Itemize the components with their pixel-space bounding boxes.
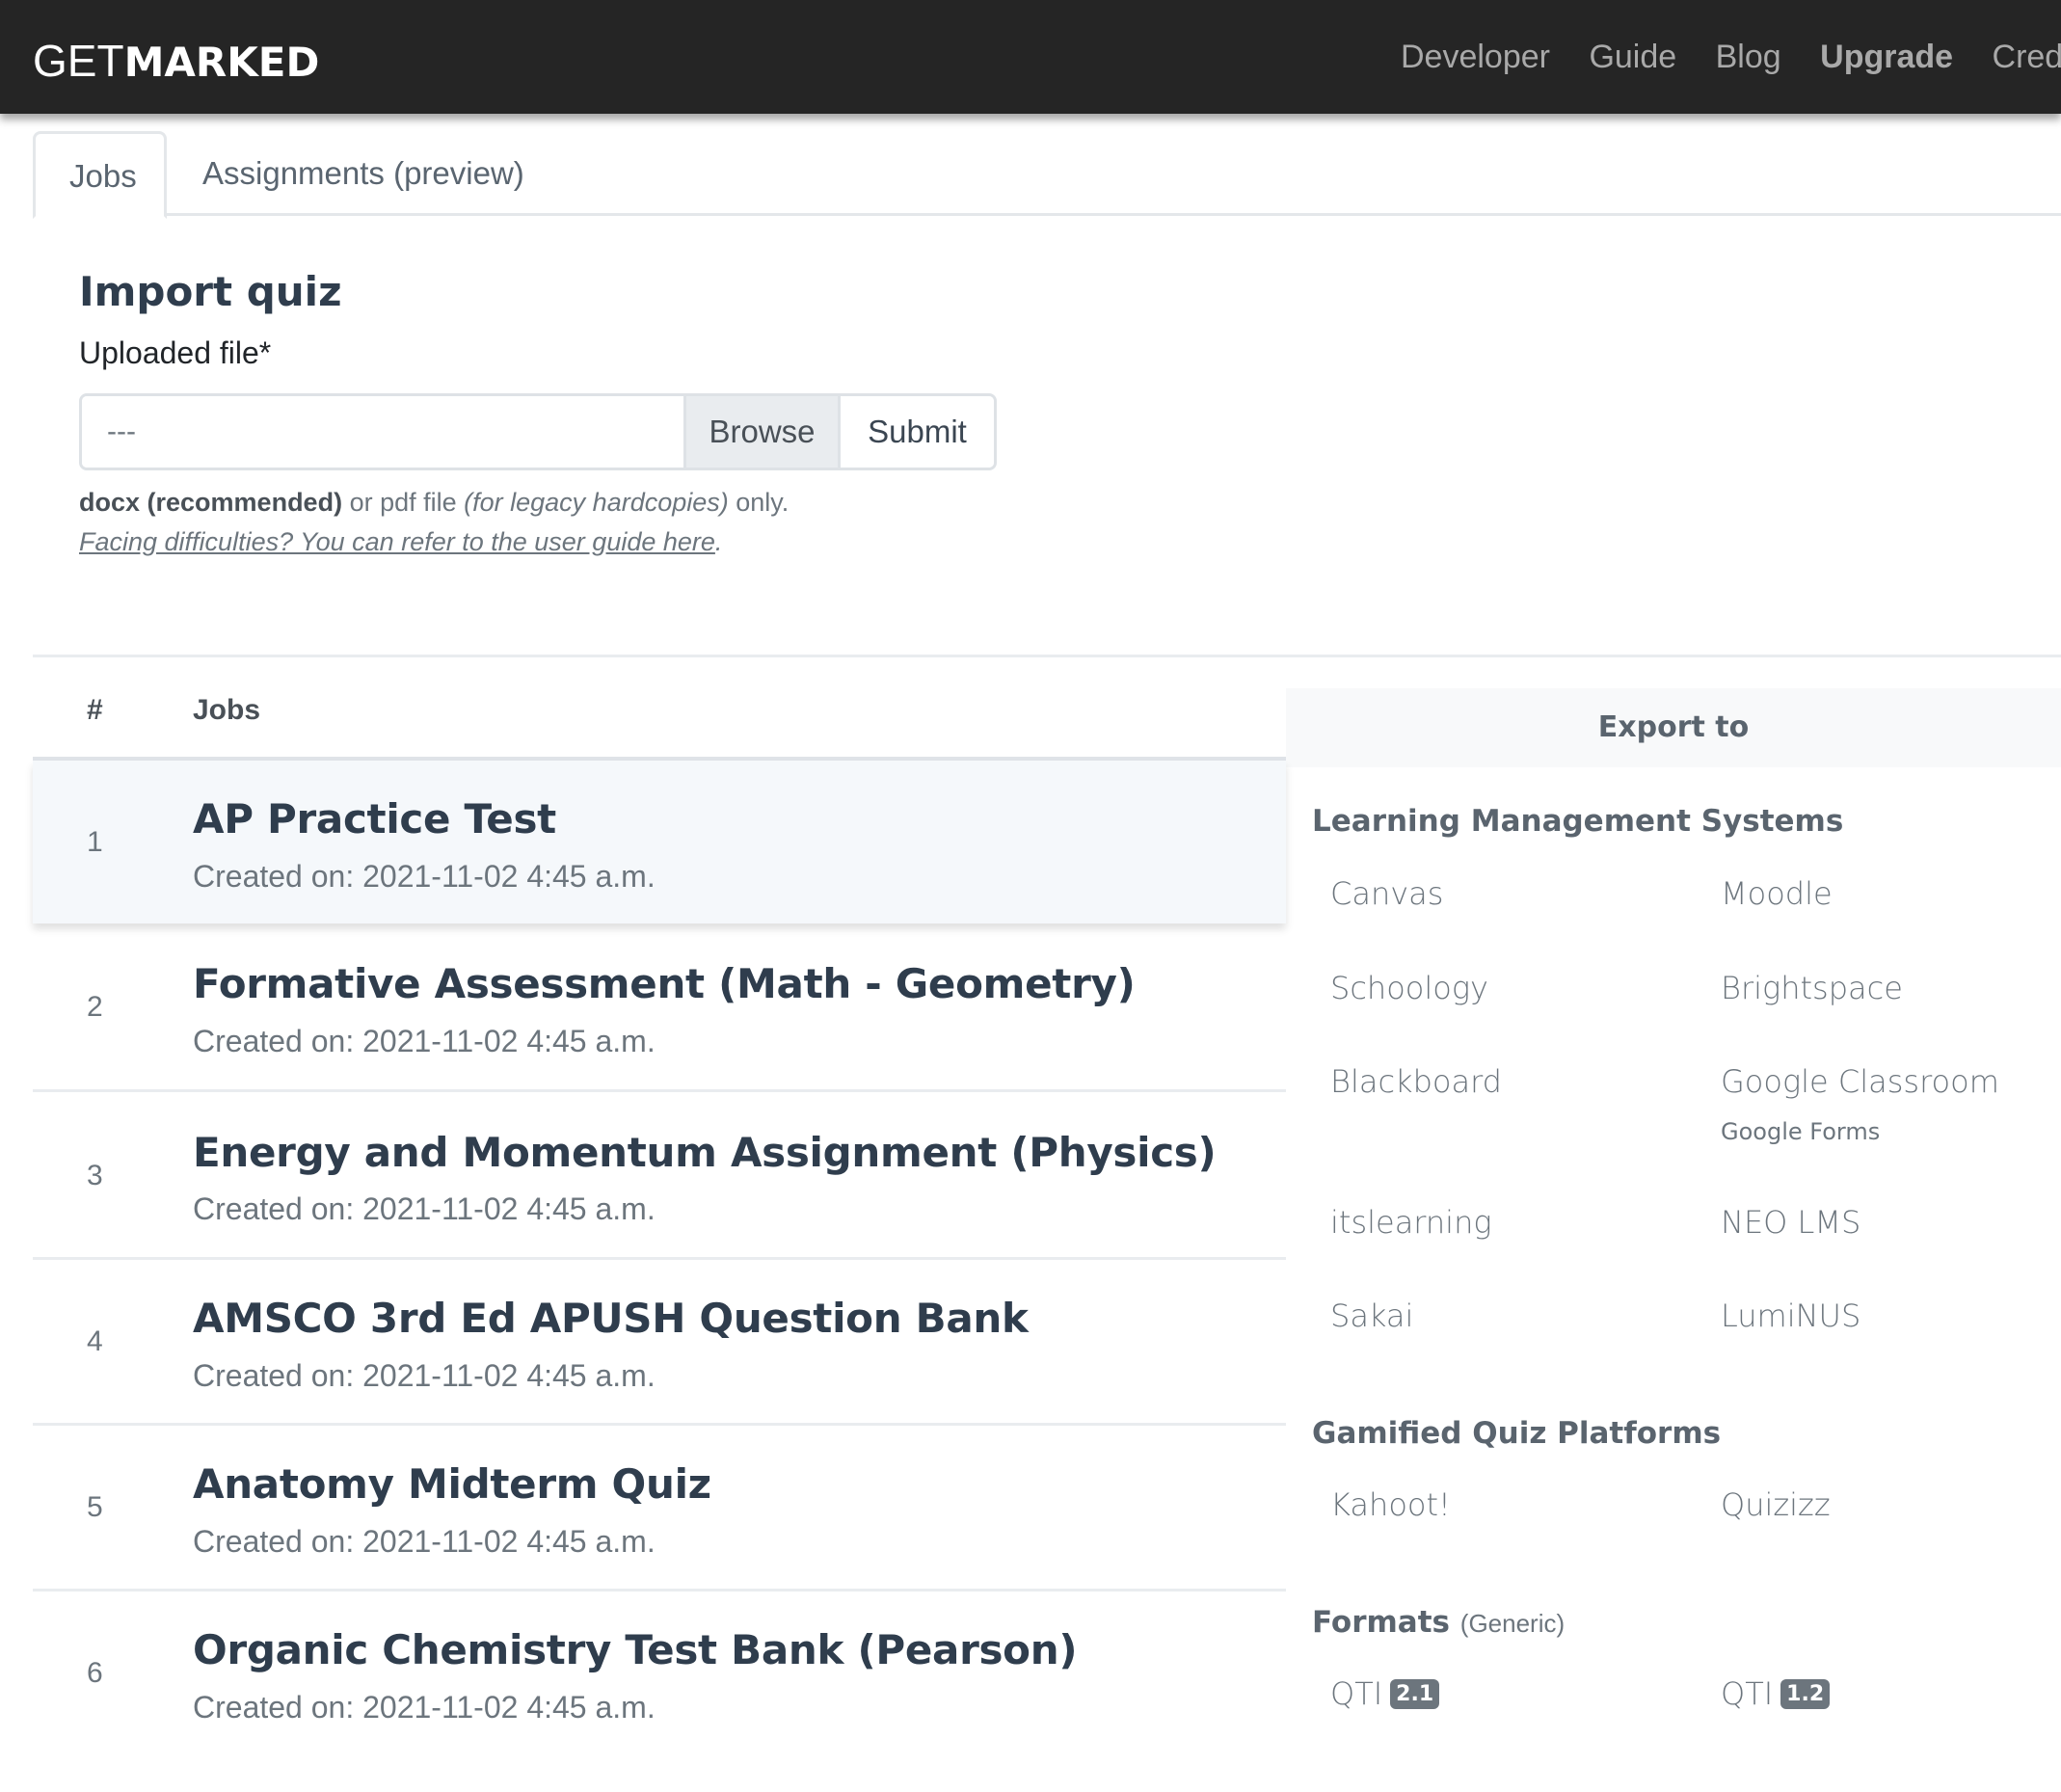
job-number: 6 [87,1657,103,1689]
job-title[interactable]: AP Practice Test [193,795,556,843]
job-row[interactable]: 5 Anatomy Midterm Quiz Created on: 2021-… [33,1426,1286,1591]
section-divider [33,655,2061,657]
file-upload-group: Browse Submit [79,393,997,470]
submit-button[interactable]: Submit [841,396,994,468]
export-brightspace[interactable]: Brightspace [1721,970,1903,1006]
uploaded-file-label: Uploaded file* [79,335,272,370]
version-badge: 1.2 [1780,1679,1831,1709]
export-quizizz[interactable]: Quizizz [1721,1486,1831,1523]
job-title[interactable]: AMSCO 3rd Ed APUSH Question Bank [193,1295,1029,1342]
user-guide-end: . [714,527,723,556]
job-row[interactable]: 1 AP Practice Test Created on: 2021-11-0… [33,761,1286,923]
file-input[interactable] [82,396,683,468]
tab-jobs[interactable]: Jobs [33,131,167,219]
nav-link-upgrade[interactable]: Upgrade [1820,39,1953,76]
user-guide-help: Facing difficulties? You can refer to th… [79,527,722,557]
lms-section-title: Learning Management Systems [1312,804,1844,839]
nav-links: Developer Guide Blog Upgrade Credits [1401,39,2061,76]
job-created-date: Created on: 2021-11-02 4:45 a.m. [193,859,656,894]
top-navbar: GETMARKED Developer Guide Blog Upgrade C… [0,0,2061,114]
job-created-date: Created on: 2021-11-02 4:45 a.m. [193,1690,656,1725]
job-row[interactable]: 6 Organic Chemistry Test Bank (Pearson) … [33,1591,1286,1792]
column-header-jobs: Jobs [193,694,261,726]
job-created-date: Created on: 2021-11-02 4:45 a.m. [193,1524,656,1559]
job-title[interactable]: Energy and Momentum Assignment (Physics) [193,1129,1217,1176]
import-quiz-heading: Import quiz [79,268,342,315]
export-canvas[interactable]: Canvas [1330,875,1443,912]
export-qti-12[interactable]: QTI 1.2 [1721,1675,1831,1712]
job-row[interactable]: 2 Formative Assessment (Math - Geometry)… [33,923,1286,1092]
export-to-header: Export to [1286,688,2061,767]
export-neo-lms[interactable]: NEO LMS [1721,1204,1860,1241]
export-sakai[interactable]: Sakai [1330,1297,1413,1334]
logo-light-text: GET [33,36,124,86]
help-mid-text: or pdf file [342,488,465,517]
export-google-classroom[interactable]: Google Classroom [1721,1063,1999,1100]
job-created-date: Created on: 2021-11-02 4:45 a.m. [193,1358,656,1393]
qti-label: QTI [1330,1675,1383,1712]
job-number: 1 [87,826,103,858]
file-type-help: docx (recommended) or pdf file (for lega… [79,488,789,518]
export-moodle[interactable]: Moodle [1721,875,1833,912]
nav-link-blog[interactable]: Blog [1716,39,1781,76]
gamified-section-title: Gamified Quiz Platforms [1312,1416,1722,1451]
help-docx-text: docx (recommended) [79,488,343,517]
job-title[interactable]: Formative Assessment (Math - Geometry) [193,960,1136,1007]
job-number: 3 [87,1160,103,1191]
qti-label: QTI [1721,1675,1774,1712]
tab-bar: Jobs Assignments (preview) [33,131,2061,219]
browse-button[interactable]: Browse [683,396,841,468]
help-end-text: only. [728,488,790,517]
export-itslearning[interactable]: itslearning [1330,1204,1492,1241]
export-luminus[interactable]: LumiNUS [1721,1297,1860,1334]
version-badge: 2.1 [1390,1679,1440,1709]
formats-title: Formats [1312,1605,1450,1640]
job-created-date: Created on: 2021-11-02 4:45 a.m. [193,1024,656,1058]
export-google-forms[interactable]: Google Forms [1721,1118,1880,1145]
job-row[interactable]: 3 Energy and Momentum Assignment (Physic… [33,1092,1286,1260]
job-title[interactable]: Anatomy Midterm Quiz [193,1460,711,1508]
getmarked-logo[interactable]: GETMARKED [33,39,319,83]
export-blackboard[interactable]: Blackboard [1330,1063,1502,1100]
nav-link-developer[interactable]: Developer [1401,39,1550,76]
nav-link-credits[interactable]: Credits [1993,39,2061,76]
export-kahoot[interactable]: Kahoot! [1330,1486,1451,1523]
job-number: 2 [87,991,103,1023]
job-title[interactable]: Organic Chemistry Test Bank (Pearson) [193,1626,1078,1673]
export-qti-21[interactable]: QTI 2.1 [1330,1675,1440,1712]
help-legacy-text: (for legacy hardcopies) [464,488,729,517]
user-guide-link[interactable]: Facing difficulties? You can refer to th… [79,527,715,556]
job-row[interactable]: 4 AMSCO 3rd Ed APUSH Question Bank Creat… [33,1260,1286,1426]
nav-link-guide[interactable]: Guide [1589,39,1676,76]
export-schoology[interactable]: Schoology [1330,970,1488,1006]
job-created-date: Created on: 2021-11-02 4:45 a.m. [193,1191,656,1226]
formats-section-title: Formats (Generic) [1312,1605,1565,1640]
column-header-number: # [87,694,103,726]
formats-generic-note: (Generic) [1459,1609,1566,1638]
job-number: 5 [87,1491,103,1523]
logo-bold-text: MARKED [123,39,320,86]
job-number: 4 [87,1325,103,1357]
tab-assignments[interactable]: Assignments (preview) [167,131,558,216]
